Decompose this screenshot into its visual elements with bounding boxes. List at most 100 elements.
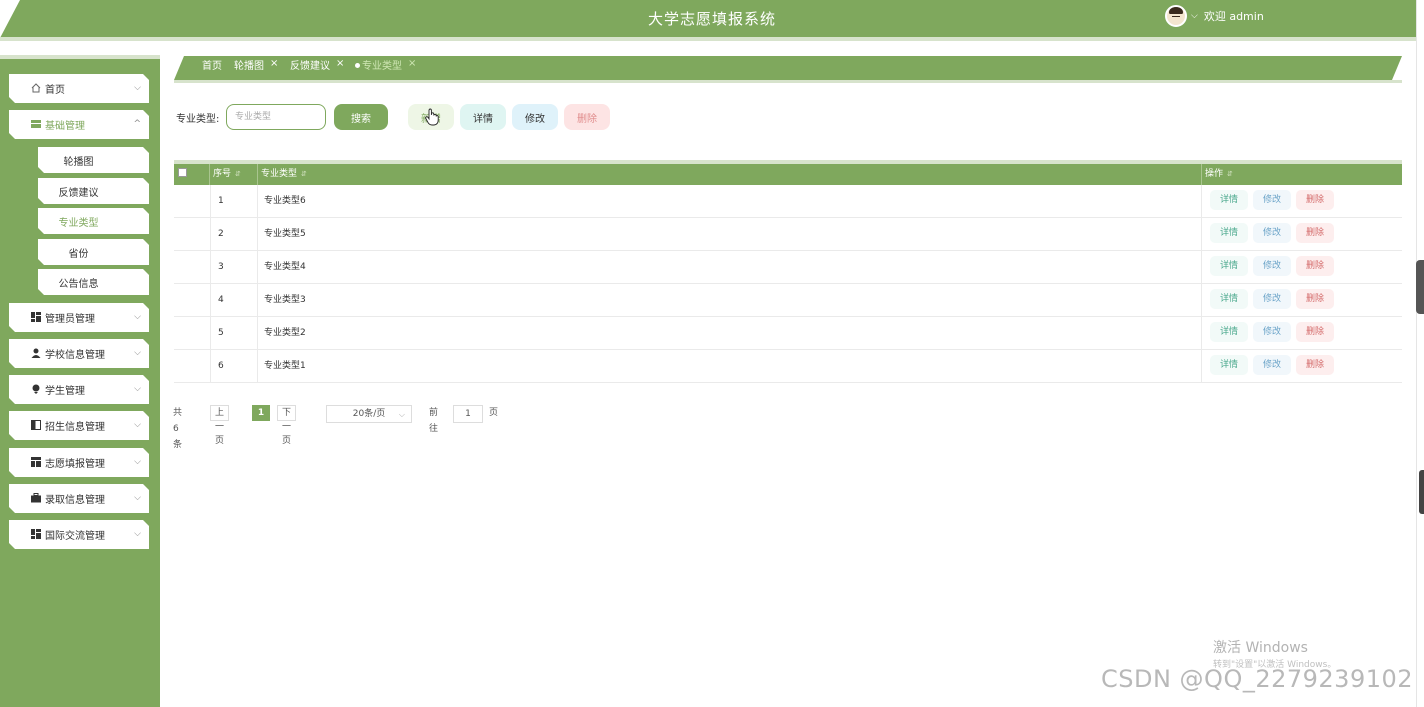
row-delete-button[interactable]: 删除 bbox=[1296, 190, 1334, 210]
row-type: 专业类型3 bbox=[264, 295, 306, 305]
sort-icon[interactable]: ⇵ bbox=[235, 170, 241, 178]
table-row: 6 专业类型1 详情 修改 删除 bbox=[174, 350, 1402, 383]
goto-label: 前往 bbox=[429, 408, 439, 434]
row-delete-button[interactable]: 删除 bbox=[1296, 223, 1334, 243]
window-edge bbox=[1416, 0, 1417, 707]
row-detail-button[interactable]: 详情 bbox=[1210, 223, 1248, 243]
col-divider bbox=[257, 350, 258, 383]
col-divider bbox=[210, 218, 211, 251]
table-row: 1 专业类型6 详情 修改 删除 bbox=[174, 185, 1402, 218]
col-divider bbox=[210, 317, 211, 350]
detail-button[interactable]: 详情 bbox=[460, 104, 506, 130]
sidebar-item-intl[interactable]: 国际交流管理 ⌵ bbox=[9, 520, 149, 549]
sidebar-item-label: 国际交流管理 bbox=[45, 531, 105, 542]
sort-icon[interactable]: ⇵ bbox=[301, 170, 307, 178]
col-index-header[interactable]: 序号 ⇵ bbox=[210, 164, 258, 185]
row-delete-button[interactable]: 删除 bbox=[1296, 256, 1334, 276]
chevron-down-icon: ⌵ bbox=[134, 457, 141, 467]
edit-button[interactable]: 修改 bbox=[512, 104, 558, 130]
sidebar-item-home[interactable]: 首页 ⌵ bbox=[9, 74, 149, 103]
row-detail-button[interactable]: 详情 bbox=[1210, 355, 1248, 375]
row-detail-button[interactable]: 详情 bbox=[1210, 322, 1248, 342]
total-count: 共 6 条 bbox=[173, 408, 183, 450]
scroll-handle[interactable] bbox=[1419, 470, 1424, 514]
row-delete-button[interactable]: 删除 bbox=[1296, 355, 1334, 375]
row-delete-button[interactable]: 删除 bbox=[1296, 322, 1334, 342]
row-detail-button[interactable]: 详情 bbox=[1210, 289, 1248, 309]
tab-home[interactable]: 首页 bbox=[202, 56, 222, 80]
row-edit-button[interactable]: 修改 bbox=[1253, 190, 1291, 210]
csdn-watermark: CSDN @QQ_2279239102 bbox=[1101, 665, 1414, 693]
sidebar-item-basic[interactable]: 基础管理 ^ bbox=[9, 110, 149, 139]
tab-major-type[interactable]: 专业类型 × bbox=[355, 56, 416, 80]
prev-page-button[interactable]: 上一页 bbox=[210, 405, 230, 446]
sidebar-item-label: 志愿填报管理 bbox=[45, 459, 105, 470]
close-icon[interactable]: × bbox=[408, 58, 416, 69]
row-index: 6 bbox=[218, 361, 224, 371]
row-detail-button[interactable]: 详情 bbox=[1210, 190, 1248, 210]
chevron-up-icon: ^ bbox=[133, 119, 141, 129]
page-size-value: 20条/页 bbox=[352, 409, 386, 419]
sidebar-item-label: 基础管理 bbox=[45, 121, 85, 132]
row-edit-button[interactable]: 修改 bbox=[1253, 256, 1291, 276]
sidebar-subitem-feedback[interactable]: 反馈建议 bbox=[38, 178, 149, 204]
subitem-label: 公告信息 bbox=[58, 278, 99, 290]
row-edit-button[interactable]: 修改 bbox=[1253, 289, 1291, 309]
header-label: 专业类型 bbox=[261, 169, 298, 179]
next-page-button[interactable]: 下一页 bbox=[277, 405, 297, 446]
col-divider bbox=[210, 350, 211, 383]
tab-carousel[interactable]: 轮播图 × bbox=[234, 56, 278, 80]
chevron-down-icon: ⌵ bbox=[134, 384, 141, 394]
col-divider bbox=[1201, 284, 1202, 317]
sidebar-item-enroll-info[interactable]: 招生信息管理 ⌵ bbox=[9, 411, 149, 440]
sidebar-subitem-notice[interactable]: 公告信息 bbox=[38, 269, 149, 295]
col-divider bbox=[1201, 185, 1202, 218]
search-button[interactable]: 搜索 bbox=[334, 104, 388, 130]
col-divider bbox=[257, 284, 258, 317]
header-label: 序号 bbox=[213, 169, 232, 179]
col-type-header[interactable]: 专业类型 ⇵ bbox=[258, 164, 1202, 185]
sidebar-item-student[interactable]: 学生管理 ⌵ bbox=[9, 375, 149, 404]
row-edit-button[interactable]: 修改 bbox=[1253, 355, 1291, 375]
sidebar-subitem-province[interactable]: 省份 bbox=[38, 239, 149, 265]
tab-label: 反馈建议 bbox=[290, 61, 330, 72]
sidebar-item-application[interactable]: 志愿填报管理 ⌵ bbox=[9, 448, 149, 477]
hand-cursor-icon bbox=[425, 108, 439, 126]
close-icon[interactable]: × bbox=[336, 58, 344, 69]
scroll-handle[interactable] bbox=[1416, 260, 1424, 314]
tab-feedback[interactable]: 反馈建议 × bbox=[290, 56, 344, 80]
search-input[interactable] bbox=[226, 104, 326, 130]
delete-button[interactable]: 删除 bbox=[564, 104, 610, 130]
sort-icon[interactable]: ⇵ bbox=[1227, 170, 1233, 178]
user-menu[interactable]: ⌵ 欢迎 admin bbox=[1165, 4, 1264, 28]
select-all-checkbox[interactable] bbox=[178, 168, 187, 177]
current-page[interactable]: 1 bbox=[252, 405, 270, 421]
row-edit-button[interactable]: 修改 bbox=[1253, 223, 1291, 243]
chevron-down-icon: ⌵ bbox=[134, 348, 141, 358]
page-size-select[interactable]: 20条/页 ⌵ bbox=[326, 405, 412, 423]
subitem-label: 反馈建议 bbox=[58, 187, 99, 199]
row-edit-button[interactable]: 修改 bbox=[1253, 322, 1291, 342]
sidebar-subitem-carousel[interactable]: 轮播图 bbox=[38, 147, 149, 173]
sidebar-item-school[interactable]: 学校信息管理 ⌵ bbox=[9, 339, 149, 368]
sidebar-item-admin[interactable]: 管理员管理 ⌵ bbox=[9, 303, 149, 332]
goto-page-input[interactable]: 1 bbox=[453, 405, 483, 423]
avatar[interactable] bbox=[1165, 5, 1187, 27]
chevron-down-icon: ⌵ bbox=[134, 493, 141, 503]
sidebar-subitem-major-type[interactable]: 专业类型 bbox=[38, 208, 149, 234]
row-index: 5 bbox=[218, 328, 224, 338]
row-type: 专业类型5 bbox=[264, 229, 306, 239]
close-icon[interactable]: × bbox=[270, 58, 278, 69]
row-detail-button[interactable]: 详情 bbox=[1210, 256, 1248, 276]
row-delete-button[interactable]: 删除 bbox=[1296, 289, 1334, 309]
sidebar-item-admission[interactable]: 录取信息管理 ⌵ bbox=[9, 484, 149, 513]
home-icon bbox=[31, 83, 41, 93]
col-divider bbox=[1201, 317, 1202, 350]
page-unit-label: 页 bbox=[489, 408, 499, 418]
row-type: 专业类型2 bbox=[264, 328, 306, 338]
chevron-down-icon[interactable]: ⌵ bbox=[1191, 11, 1198, 21]
sidebar-item-label: 录取信息管理 bbox=[45, 495, 105, 506]
row-type: 专业类型6 bbox=[264, 196, 306, 206]
subitem-label: 省份 bbox=[68, 248, 89, 260]
col-divider bbox=[257, 218, 258, 251]
